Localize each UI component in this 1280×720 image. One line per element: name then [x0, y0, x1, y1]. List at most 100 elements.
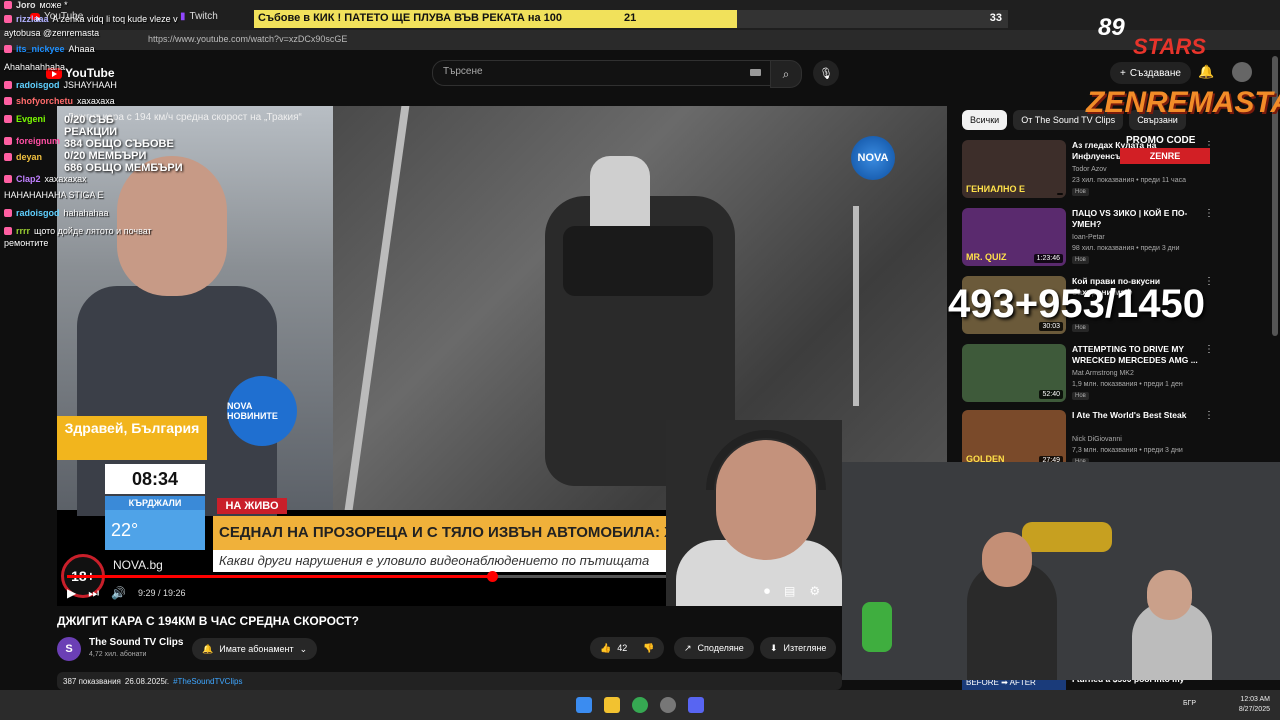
chat-username[interactable]: radoisgod [16, 208, 60, 218]
poll-option-b-count: 33 [989, 12, 1002, 24]
recommendation-title[interactable]: ПАЦО VS ЗИКО | КОЙ Е ПО-УМЕН? [1072, 208, 1200, 230]
discord-icon[interactable] [688, 697, 704, 713]
channel-subscribers: 4,72 хил. абонати [89, 651, 147, 658]
badge-icon [4, 15, 12, 23]
chat-username[interactable]: Clap2 [16, 174, 41, 184]
recommendation-thumbnail[interactable]: 52:40 [962, 344, 1066, 402]
thumbnail-text: ГЕНИАЛНО Е [966, 184, 1026, 194]
chat-username[interactable]: deyan [16, 152, 42, 162]
recommendation-thumbnail[interactable]: ГЕНИАЛНО Е [962, 140, 1066, 198]
more-options-icon[interactable]: ⋮ [1204, 344, 1214, 355]
search-button[interactable]: ⌕ [770, 60, 802, 88]
weather-temperature: 22° [105, 510, 205, 550]
streamer-brand: ZENREMASTA [1086, 86, 1280, 119]
recommendation-thumbnail[interactable]: MR. QUIZ 1:23:46 [962, 208, 1066, 266]
chat-username[interactable]: rizzlaaa [16, 14, 49, 24]
stat-line: 686 ОБЩО МЕМБЪРИ [64, 162, 183, 174]
recommendation-item[interactable]: GOLDEN 27:49 I Ate The World's Best Steak N… [962, 410, 1262, 470]
chat-text: хахахахах [44, 174, 87, 184]
windows-start-icon[interactable] [576, 697, 592, 713]
recommendation-channel[interactable]: Mat Armstrong MK2 [1072, 370, 1134, 377]
search-input[interactable]: Търсене [432, 60, 772, 86]
subtitles-icon[interactable]: ▤ [784, 584, 795, 599]
recommendation-title[interactable]: ATTEMPTING TO DRIVE MY WRECKED MERCEDES … [1072, 344, 1200, 366]
bell-icon: 🔔 [202, 643, 214, 654]
chat-username[interactable]: its_nickyee [16, 44, 65, 54]
clock-time: 12:03 AM [1240, 696, 1270, 703]
chat-username[interactable]: radoisgod [16, 80, 60, 90]
settings-gear-icon[interactable]: ⚙ [809, 584, 820, 599]
chat-text: hahahahaa [63, 208, 109, 218]
recommendation-channel[interactable]: Nick DiGiovanni [1072, 436, 1122, 443]
like-button[interactable]: 👍 42 👎 [590, 637, 665, 659]
room-webcam [842, 462, 1280, 680]
chat-message: ремонтите [4, 238, 48, 248]
chat-message: rizzlaaa A zenka vidq li toq kude vleze v [4, 14, 178, 24]
account-avatar[interactable] [1232, 62, 1252, 82]
next-icon[interactable]: ⏭ [88, 586, 99, 601]
badge-icon [4, 81, 12, 89]
create-button[interactable]: + Създаване [1110, 62, 1191, 84]
chat-username[interactable]: rrrr [16, 226, 30, 236]
chip-all[interactable]: Всички [962, 110, 1008, 130]
chat-message: Clap2 хахахахах [4, 174, 87, 184]
download-label: Изтегляне [783, 643, 827, 653]
person-left-head [982, 532, 1032, 587]
recommendation-meta: 1,9 млн. показвания • преди 1 ден [1072, 381, 1183, 388]
play-icon[interactable]: ▶ [67, 586, 76, 600]
chat-username[interactable]: foreignum [16, 136, 60, 146]
recommendation-channel[interactable]: Todor Azov [1072, 166, 1107, 173]
description-box[interactable]: 387 показвания 26.08.2025г. #TheSoundTVC… [57, 672, 842, 690]
more-options-icon[interactable]: ⋮ [1204, 410, 1214, 421]
chat-username[interactable]: Evgeni [16, 114, 46, 124]
chevron-down-icon: ⌄ [299, 643, 308, 654]
autoplay-toggle-icon[interactable]: ⏺ [764, 584, 770, 599]
obs-icon[interactable] [660, 697, 676, 713]
subscribed-button[interactable]: 🔔 Имате абонамент ⌄ [192, 638, 318, 660]
chat-text: Ahahahahhaha [4, 62, 66, 72]
recommendation-item[interactable]: 52:40 ATTEMPTING TO DRIVE MY WRECKED MERC… [962, 344, 1262, 404]
car-windshield [563, 226, 713, 296]
thumbs-down-icon[interactable]: 👎 [643, 643, 654, 654]
subscribed-label: Имате абонамент [219, 644, 294, 654]
keyboard-icon[interactable] [750, 69, 761, 76]
prediction-poll: Събове в КИК ! ПАТЕТО ЩЕ ПЛУВА ВЪВ РЕКАТ… [254, 10, 1008, 28]
new-badge: Нов [1072, 392, 1089, 400]
recommendation-item[interactable]: MR. QUIZ 1:23:46 ПАЦО VS ЗИКО | КОЙ Е ПО-У… [962, 208, 1262, 268]
more-options-icon[interactable]: ⋮ [1204, 276, 1214, 287]
player-right-controls: ⏺ ▤ ⚙ [764, 584, 820, 599]
chat-username[interactable]: shofyorchetu [16, 96, 73, 106]
video-title: ДЖИГИТ КАРА С 194КМ В ЧАС СРЕДНА СКОРОСТ… [57, 614, 359, 628]
recommendation-meta: 98 хил. показвания • преди 3 дни [1072, 245, 1180, 252]
file-explorer-icon[interactable] [604, 697, 620, 713]
hashtag-link[interactable]: #TheSoundTVClips [173, 677, 242, 686]
badge-icon [4, 1, 12, 9]
chrome-icon[interactable] [632, 697, 648, 713]
channel-name[interactable]: The Sound TV Clips [89, 637, 183, 648]
taskbar-clock[interactable]: 12:03 AM 8/27/2025 [1239, 695, 1270, 715]
recommendation-title[interactable]: I Ate The World's Best Steak [1072, 410, 1200, 421]
new-badge: Нов [1072, 188, 1089, 196]
nova-microphone: NOVA НОВИНИТЕ [227, 376, 297, 446]
more-options-icon[interactable]: ⋮ [1204, 208, 1214, 219]
share-button[interactable]: ↗ Споделяне [674, 637, 754, 659]
recommendation-thumbnail[interactable]: GOLDEN 27:49 [962, 410, 1066, 468]
chat-text: A zenka vidq li toq kude vleze v [52, 14, 178, 24]
notifications-bell-icon[interactable]: 🔔 [1198, 64, 1214, 80]
keyboard-language[interactable]: БГР [1183, 700, 1196, 707]
volume-icon[interactable]: 🔊 [111, 586, 126, 600]
chat-username[interactable]: Joro [16, 0, 36, 10]
progress-scrubber[interactable] [486, 571, 498, 582]
channel-avatar[interactable]: S [57, 637, 81, 661]
person-right-head [1147, 570, 1192, 620]
weather-city: КЪРДЖАЛИ [105, 496, 205, 510]
recommendation-item[interactable]: ГЕНИАЛНО Е Аз гледах Кулата на Инфлуенсър… [962, 140, 1262, 200]
download-button[interactable]: ⬇ Изтегляне [760, 637, 837, 659]
recommendation-channel[interactable]: Ioan-Petar [1072, 234, 1105, 241]
chat-message: rrrr щото дойде лятото и почват [4, 226, 152, 236]
voice-search-button[interactable]: 🎙 [813, 60, 839, 86]
chat-message: foreignum [4, 136, 64, 146]
clock-date: 8/27/2025 [1238, 706, 1270, 713]
badge-icon [4, 209, 12, 217]
create-label: Създаване [1129, 67, 1181, 79]
